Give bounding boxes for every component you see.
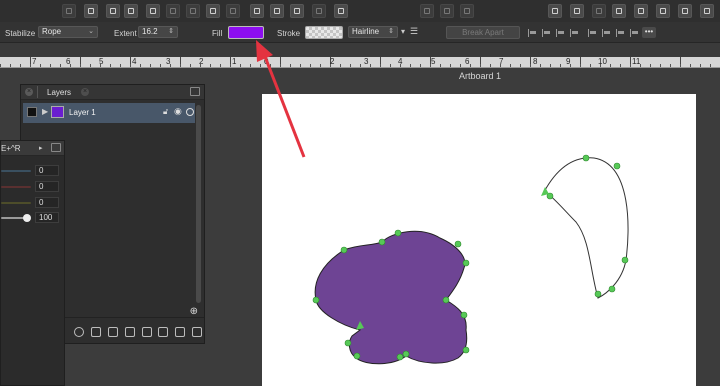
path-node[interactable] bbox=[396, 353, 404, 361]
opacity-slider-thumb[interactable] bbox=[23, 214, 31, 222]
path-node[interactable] bbox=[462, 346, 470, 354]
color-panel-tab[interactable]: E+^R bbox=[1, 144, 21, 153]
path-node[interactable] bbox=[442, 296, 450, 304]
color-value-field[interactable]: 0 bbox=[35, 181, 59, 192]
path-node[interactable] bbox=[340, 246, 348, 254]
path-node[interactable] bbox=[621, 256, 629, 264]
color-slider-track[interactable] bbox=[1, 202, 31, 204]
opacity-value-field[interactable]: 100 bbox=[35, 212, 59, 223]
chevron-right-icon[interactable]: ▸ bbox=[39, 144, 43, 152]
path-node[interactable] bbox=[460, 311, 468, 319]
open-curve[interactable] bbox=[543, 157, 629, 299]
mask-icon[interactable] bbox=[91, 327, 101, 337]
color-slider-row[interactable]: 0 bbox=[1, 165, 65, 177]
path-node[interactable] bbox=[344, 339, 352, 347]
color-value-field[interactable]: 0 bbox=[35, 197, 59, 208]
add-layer-icon[interactable] bbox=[175, 327, 185, 337]
annotation-arrow bbox=[256, 40, 306, 158]
path-node[interactable] bbox=[608, 285, 616, 293]
camera-icon[interactable] bbox=[142, 327, 152, 337]
path-node[interactable] bbox=[312, 296, 320, 304]
path-node[interactable] bbox=[582, 154, 590, 162]
zoom-icon[interactable]: ⊕ bbox=[190, 306, 198, 317]
path-node[interactable] bbox=[353, 352, 361, 360]
path-node[interactable] bbox=[394, 229, 402, 237]
adjustment-icon[interactable] bbox=[108, 327, 118, 337]
color-slider-row[interactable]: 0 bbox=[1, 181, 65, 193]
layers-panel-titlebar: × Layers × bbox=[21, 85, 204, 100]
close-tab-icon[interactable]: × bbox=[81, 88, 89, 96]
expand-arrow-icon[interactable]: ▶ bbox=[42, 107, 48, 116]
layer-row[interactable]: ▶ Layer 1 🔓︎ ◉ bbox=[23, 103, 195, 123]
duplicate-icon[interactable] bbox=[158, 327, 168, 337]
path-node[interactable] bbox=[454, 240, 462, 248]
color-value-field[interactable]: 0 bbox=[35, 165, 59, 176]
path-node[interactable] bbox=[613, 162, 621, 170]
close-icon[interactable]: × bbox=[25, 88, 33, 96]
panel-menu-icon[interactable] bbox=[190, 87, 200, 96]
path-node[interactable] bbox=[378, 238, 386, 246]
path-node[interactable] bbox=[462, 259, 470, 267]
layer-color-swatch[interactable] bbox=[27, 107, 37, 117]
color-slider-track[interactable] bbox=[1, 170, 31, 172]
color-panel: E+^R ▸ 0 0 0 100 bbox=[0, 140, 65, 386]
layer-effect-icon[interactable] bbox=[74, 327, 84, 337]
path-node[interactable] bbox=[402, 350, 410, 358]
layer-thumbnail bbox=[51, 106, 64, 118]
layer-name[interactable]: Layer 1 bbox=[69, 108, 96, 117]
trash-icon[interactable] bbox=[192, 327, 202, 337]
color-slider-track[interactable] bbox=[1, 186, 31, 188]
lock-icon[interactable]: 🔓︎ bbox=[163, 107, 168, 117]
visibility-icon[interactable]: ◉ bbox=[174, 106, 182, 117]
color-panel-titlebar: E+^R ▸ bbox=[1, 141, 64, 156]
fx-icon[interactable] bbox=[125, 327, 135, 337]
opacity-slider-row[interactable]: 100 bbox=[1, 212, 65, 224]
color-slider-row[interactable]: 0 bbox=[1, 197, 65, 209]
layers-tab[interactable]: Layers bbox=[47, 88, 71, 97]
blend-circle-icon[interactable] bbox=[186, 108, 194, 116]
panel-menu-icon[interactable] bbox=[51, 143, 61, 152]
path-node[interactable] bbox=[594, 290, 602, 298]
layers-scrollbar[interactable] bbox=[196, 105, 201, 303]
